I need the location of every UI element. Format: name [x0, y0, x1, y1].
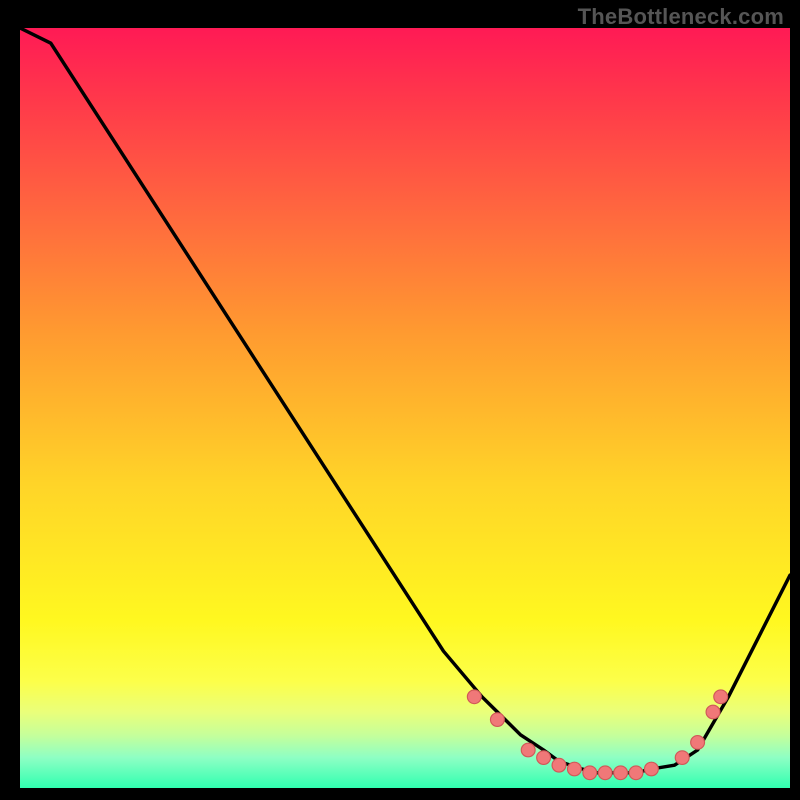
curve-marker — [583, 766, 597, 780]
chart-area — [20, 28, 790, 788]
curve-marker — [521, 743, 535, 757]
curve-marker — [552, 758, 566, 772]
curve-marker — [537, 751, 551, 765]
curve-marker — [706, 705, 720, 719]
curve-marker — [675, 751, 689, 765]
curve-marker — [629, 766, 643, 780]
curve-markers — [467, 690, 727, 780]
curve-marker — [490, 713, 504, 727]
watermark-label: TheBottleneck.com — [578, 4, 784, 30]
bottleneck-curve — [20, 28, 790, 773]
curve-marker — [691, 736, 705, 750]
curve-marker — [467, 690, 481, 704]
curve-marker — [567, 762, 581, 776]
chart-svg — [20, 28, 790, 788]
curve-marker — [598, 766, 612, 780]
curve-marker — [714, 690, 728, 704]
curve-marker — [614, 766, 628, 780]
curve-marker — [644, 762, 658, 776]
